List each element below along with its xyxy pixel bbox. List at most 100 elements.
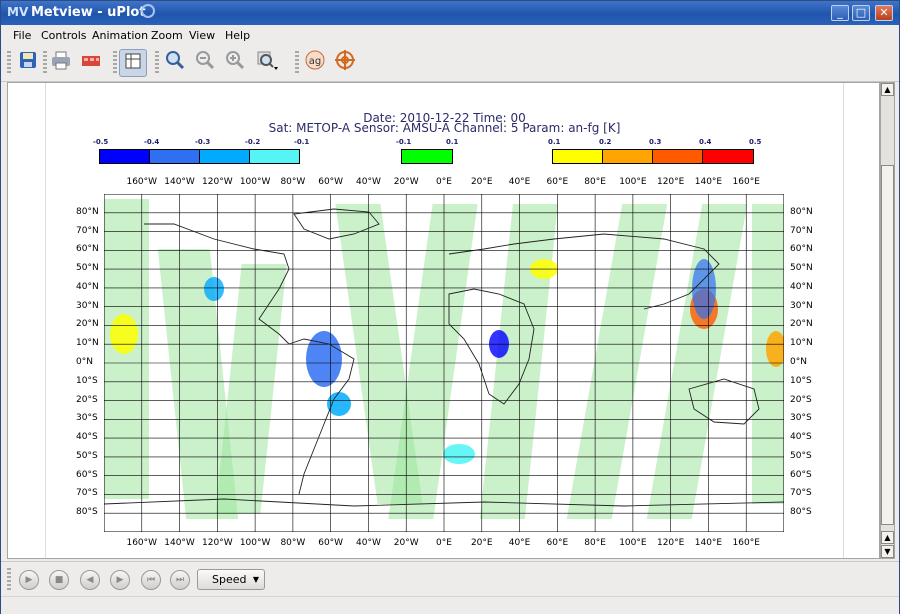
lat-label-left: 40°S (76, 432, 98, 443)
zoom-stack-button[interactable] (253, 49, 281, 77)
legend-label: 0.2 (599, 138, 612, 146)
zoom-button[interactable] (161, 49, 189, 77)
toolbar-grip[interactable] (295, 51, 299, 75)
lat-label-left: 70°S (76, 488, 98, 499)
cursor-data-icon (335, 50, 355, 70)
speed-label: Speed (212, 573, 247, 586)
vertical-scrollbar[interactable]: ▲ ▲ ▼ (880, 82, 895, 559)
lat-label-right: 60°S (790, 469, 812, 480)
layout-button[interactable] (119, 49, 147, 77)
page-margin-right (843, 83, 844, 558)
legend-label: 0.1 (548, 138, 561, 146)
lat-label-right: 40°N (790, 281, 813, 292)
zoom-out-button[interactable] (191, 49, 219, 77)
cursor-data-button[interactable] (331, 49, 359, 77)
legend-label: -0.1 (396, 138, 412, 146)
play-button[interactable]: ▶ (19, 570, 39, 590)
layout-icon (125, 53, 141, 69)
lat-label-right: 40°S (790, 432, 812, 443)
menu-animation[interactable]: Animation (92, 29, 148, 42)
legend-swatch (149, 149, 200, 164)
lat-label-right: 30°N (790, 300, 813, 311)
menu-view[interactable]: View (189, 29, 215, 42)
export-button[interactable] (77, 49, 105, 77)
status-bar (1, 596, 899, 614)
menu-help[interactable]: Help (225, 29, 250, 42)
lat-label-right: 60°N (790, 244, 813, 255)
legend-label: 0.3 (649, 138, 662, 146)
legend-label: -0.3 (195, 138, 211, 146)
toolbar-grip[interactable] (155, 51, 159, 75)
last-button[interactable]: ⏭ (170, 570, 190, 590)
lat-label-left: 80°S (76, 507, 98, 518)
zoom-in-icon (226, 51, 245, 70)
scroll-thumb[interactable] (881, 165, 894, 525)
stop-icon: ■ (54, 575, 64, 585)
lat-label-right: 20°S (790, 394, 812, 405)
menu-zoom[interactable]: Zoom (151, 29, 183, 42)
print-button[interactable] (47, 49, 75, 77)
metview-app-icon: MV (7, 5, 29, 19)
legend-swatch (401, 149, 453, 164)
lat-label-right: 70°N (790, 225, 813, 236)
menu-controls[interactable]: Controls (41, 29, 87, 42)
legend-label: 0.4 (699, 138, 712, 146)
first-button[interactable]: ⏮ (141, 570, 161, 590)
lat-label-left: 10°N (76, 338, 99, 349)
toolbar-grip[interactable] (113, 51, 117, 75)
world-map[interactable] (104, 194, 784, 532)
lat-label-right: 0°N (790, 357, 807, 367)
app-window: MV Metview - uPlot _ □ ✕ File Controls A… (0, 0, 900, 614)
lat-label-right: 80°S (790, 507, 812, 518)
lat-label-left: 20°S (76, 394, 98, 405)
legend-label: -0.1 (294, 138, 310, 146)
lon-label-top: 160°E (732, 177, 760, 187)
lat-label-right: 10°N (790, 338, 813, 349)
lat-label-left: 70°N (76, 225, 99, 236)
stop-button[interactable]: ■ (49, 570, 69, 590)
plot-title-line2: Sat: METOP-A Sensor: AMSU-A Channel: 5 P… (268, 121, 621, 135)
lat-label-right: 50°N (790, 263, 813, 274)
zoom-in-button[interactable] (221, 49, 249, 77)
save-icon (20, 52, 36, 68)
plot-canvas[interactable]: Date: 2010-12-22 Time: 00 Sat: METOP-A S… (7, 82, 880, 559)
next-icon: ▶ (116, 575, 124, 585)
antialias-button[interactable]: ag (301, 49, 329, 77)
toolbar-grip[interactable] (7, 51, 11, 75)
legend-label: -0.5 (93, 138, 109, 146)
next-button[interactable]: ▶ (110, 570, 130, 590)
negative-patch (306, 331, 342, 387)
previous-icon: ◀ (86, 575, 94, 585)
scroll-up-arrow[interactable]: ▲ (881, 83, 894, 96)
antialias-icon: ag (305, 50, 325, 70)
scroll-down-arrow[interactable]: ▼ (881, 545, 894, 558)
minimize-button[interactable]: _ (831, 5, 849, 21)
legend-label: -0.2 (245, 138, 261, 146)
legend-swatch (249, 149, 300, 164)
toolbar-grip[interactable] (7, 568, 11, 592)
export-icon (82, 56, 100, 66)
lat-label-right: 10°S (790, 375, 812, 386)
menu-file[interactable]: File (13, 29, 31, 42)
close-button[interactable]: ✕ (875, 5, 893, 21)
negative-patch (443, 444, 475, 464)
speed-dropdown[interactable]: Speed ▼ (197, 569, 265, 590)
legend-label: 0.1 (446, 138, 459, 146)
previous-button[interactable]: ◀ (80, 570, 100, 590)
lat-label-left: 60°S (76, 469, 98, 480)
lat-label-right: 50°S (790, 450, 812, 461)
zoom-stack-icon (257, 51, 278, 70)
lat-label-left: 80°N (76, 206, 99, 217)
maximize-button[interactable]: □ (852, 5, 870, 21)
save-button[interactable] (14, 49, 42, 77)
lon-label-bottom: 160°E (732, 538, 760, 548)
scroll-up-arrow-lower[interactable]: ▲ (881, 531, 894, 544)
legend-swatch (702, 149, 754, 164)
legend-swatch (199, 149, 250, 164)
lat-label-right: 70°S (790, 488, 812, 499)
legend-swatch (602, 149, 653, 164)
zoom-icon (166, 51, 185, 70)
positive-patch (110, 314, 138, 354)
legend-swatch (652, 149, 703, 164)
lat-label-left: 40°N (76, 281, 99, 292)
